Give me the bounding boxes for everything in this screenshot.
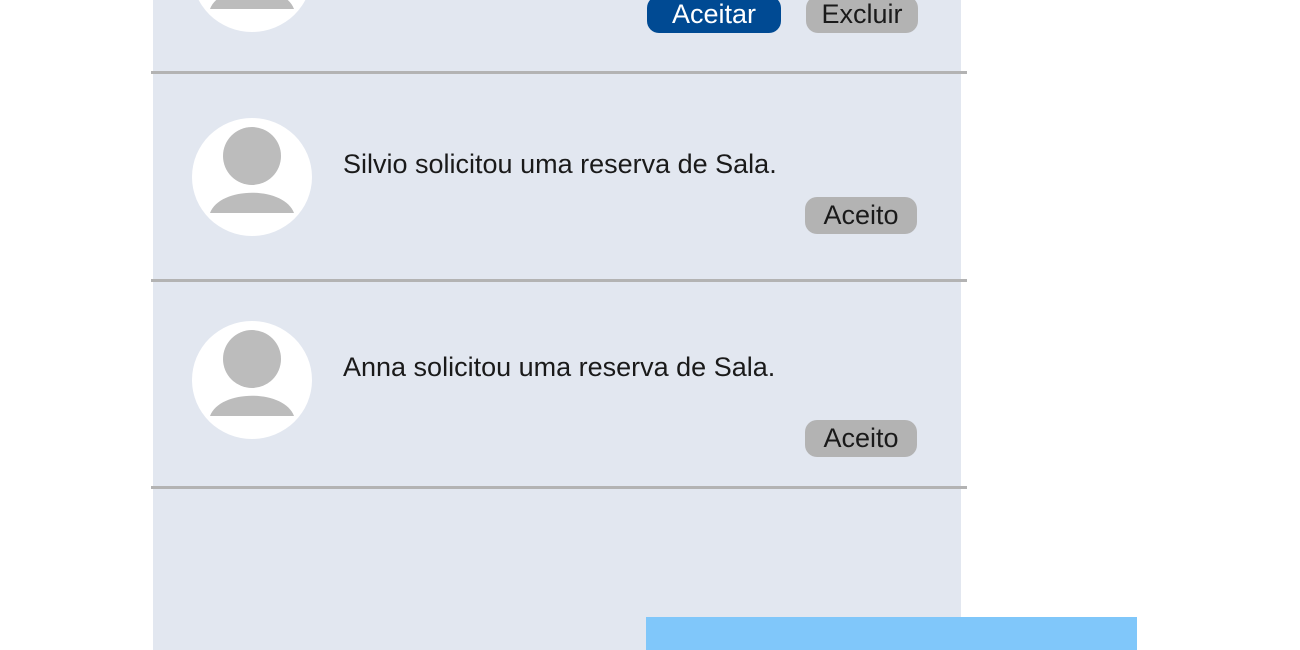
user-avatar-icon: [192, 118, 312, 236]
notification-message: Anna solicitou uma reserva de Sala.: [343, 352, 776, 382]
notifications-page: Aceitar Excluir Silvio solicitou uma res…: [0, 0, 1300, 650]
user-avatar-icon: [192, 321, 312, 439]
list-divider: [151, 71, 967, 74]
list-divider: [151, 279, 967, 282]
status-badge: Aceito: [805, 197, 917, 234]
accept-button[interactable]: Aceitar: [647, 0, 781, 33]
delete-button[interactable]: Excluir: [806, 0, 918, 33]
notification-message: Silvio solicitou uma reserva de Sala.: [343, 149, 777, 179]
bottom-bar[interactable]: [646, 617, 1137, 650]
list-divider: [151, 486, 967, 489]
status-badge: Aceito: [805, 420, 917, 457]
